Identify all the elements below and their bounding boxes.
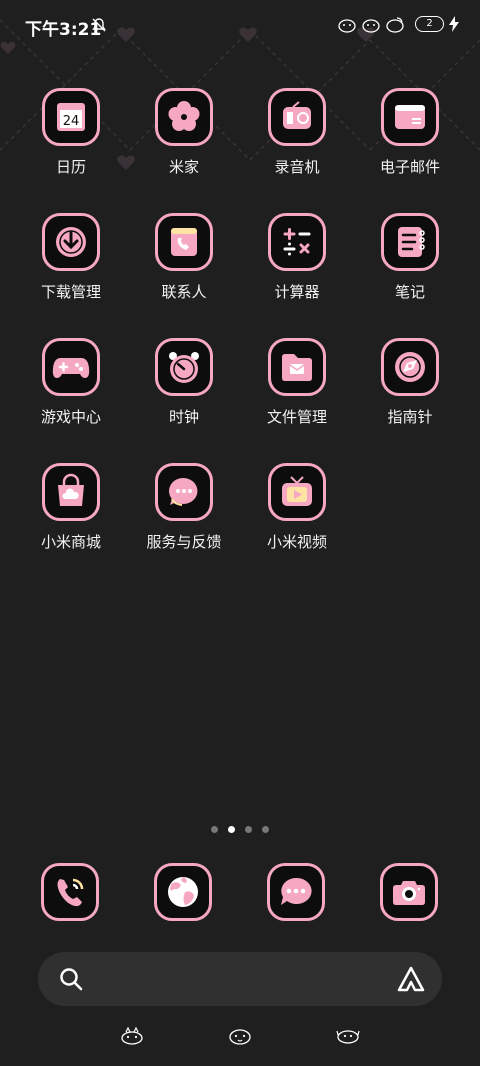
app-label: 时钟 bbox=[168, 408, 199, 426]
pet-icon bbox=[362, 19, 380, 33]
flower-icon bbox=[168, 101, 200, 131]
app-email[interactable]: 电子邮件 bbox=[360, 88, 460, 177]
mail-card-icon bbox=[395, 105, 425, 129]
page-indicator[interactable] bbox=[0, 826, 480, 836]
app-recorder[interactable]: 录音机 bbox=[247, 88, 347, 177]
battery-indicator: 2 bbox=[415, 16, 444, 32]
app-label: 电子邮件 bbox=[379, 158, 440, 176]
download-icon bbox=[56, 227, 86, 257]
page-dot[interactable] bbox=[245, 826, 252, 833]
app-label: 米家 bbox=[168, 158, 199, 176]
status-bar: 下午3:21 2 bbox=[0, 0, 480, 50]
browser-globe-icon bbox=[168, 877, 198, 907]
app-file-manager[interactable]: 文件管理 bbox=[247, 338, 347, 427]
calendar-icon: 24 bbox=[57, 103, 85, 131]
app-calculator[interactable]: 计算器 bbox=[247, 213, 347, 302]
contacts-icon bbox=[171, 228, 197, 256]
pet-icon bbox=[121, 1026, 143, 1045]
bell-off-icon bbox=[92, 18, 106, 32]
app-compass[interactable]: 指南针 bbox=[360, 338, 460, 427]
app-service-feedback[interactable]: 服务与反馈 bbox=[134, 463, 234, 552]
app-clock[interactable]: 时钟 bbox=[134, 338, 234, 427]
dock-browser[interactable] bbox=[154, 863, 214, 921]
chat-bubble-icon bbox=[169, 477, 198, 506]
app-mi-store[interactable]: 小米商城 bbox=[21, 463, 121, 552]
status-time: 下午3:21 bbox=[25, 20, 102, 40]
app-contacts[interactable]: 联系人 bbox=[134, 213, 234, 302]
app-mijia[interactable]: 米家 bbox=[134, 88, 234, 177]
clock-icon bbox=[169, 352, 199, 383]
app-label: 日历 bbox=[55, 158, 86, 176]
notes-icon bbox=[398, 227, 425, 257]
app-calendar[interactable]: 24 日历 bbox=[21, 88, 121, 177]
gamepad-icon bbox=[52, 358, 90, 378]
app-label: 小米商城 bbox=[40, 533, 101, 551]
folder-icon bbox=[282, 354, 312, 381]
tv-icon bbox=[282, 476, 312, 506]
messages-icon bbox=[281, 877, 312, 905]
search-icon[interactable] bbox=[58, 966, 84, 992]
search-bar[interactable] bbox=[38, 952, 442, 1006]
page-dot[interactable] bbox=[211, 826, 218, 833]
app-label: 服务与反馈 bbox=[146, 533, 222, 551]
app-notes[interactable]: 笔记 bbox=[360, 213, 460, 302]
page-dot[interactable] bbox=[262, 826, 269, 833]
app-label: 小米视频 bbox=[266, 533, 327, 551]
svg-text:24: 24 bbox=[63, 114, 80, 129]
app-label: 笔记 bbox=[394, 283, 425, 301]
charging-bolt-icon bbox=[449, 16, 459, 32]
assistant-icon[interactable] bbox=[396, 965, 426, 993]
app-label: 录音机 bbox=[274, 158, 320, 176]
app-mi-video[interactable]: 小米视频 bbox=[247, 463, 347, 552]
pet-icon bbox=[338, 19, 356, 33]
pet-icon bbox=[336, 1030, 360, 1044]
page-dot-active[interactable] bbox=[228, 826, 235, 833]
phone-icon bbox=[57, 878, 84, 907]
shopping-bag-icon bbox=[58, 473, 84, 506]
pet-icon bbox=[229, 1029, 251, 1045]
dock-messages[interactable] bbox=[267, 863, 327, 921]
recorder-icon bbox=[283, 101, 311, 129]
app-label: 联系人 bbox=[161, 283, 207, 301]
compass-icon bbox=[395, 352, 425, 382]
app-label: 下载管理 bbox=[40, 283, 101, 301]
app-label: 文件管理 bbox=[266, 408, 327, 426]
app-label: 指南针 bbox=[387, 408, 433, 426]
calculator-icon bbox=[283, 228, 311, 256]
status-icons: 2 bbox=[337, 14, 460, 34]
app-downloads[interactable]: 下载管理 bbox=[21, 213, 121, 302]
dock-camera[interactable] bbox=[380, 863, 440, 921]
pet-icon bbox=[386, 17, 404, 33]
camera-icon bbox=[393, 881, 425, 905]
app-label: 游戏中心 bbox=[40, 408, 101, 426]
app-label: 计算器 bbox=[274, 283, 320, 301]
dock-phone[interactable] bbox=[41, 863, 101, 921]
app-game-center[interactable]: 游戏中心 bbox=[21, 338, 121, 427]
